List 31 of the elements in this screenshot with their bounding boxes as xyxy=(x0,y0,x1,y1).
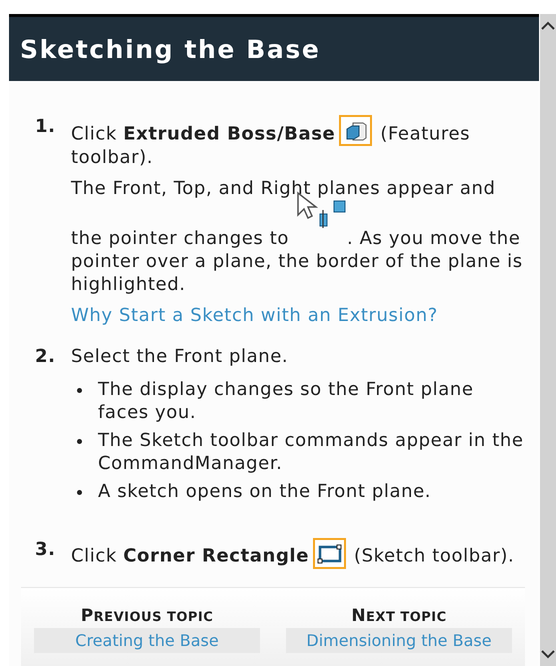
rectangle-tool-icon xyxy=(313,538,346,569)
topic-link[interactable]: Dimensioning the Base xyxy=(286,628,512,653)
step-number: 1. xyxy=(35,115,57,139)
topic-heading: PREVIOUS TOPIC xyxy=(80,606,214,626)
bullet-text: A sketch opens on the Front plane. xyxy=(98,480,432,503)
plane-pointer-icon xyxy=(316,200,347,230)
step-number: 2. xyxy=(35,345,57,369)
note-text: The Front, Top, and Right planes appear and xyxy=(71,178,496,199)
bullet-text: The Sketch toolbar commands appear in the CommandManager. xyxy=(98,429,525,475)
scroll-down-icon[interactable] xyxy=(541,650,555,660)
help-link[interactable]: Why Start a Sketch with an Extrusion? xyxy=(71,304,438,327)
bullet-text: The display changes so the Front plane faces you. xyxy=(98,378,475,424)
topic-heading: NEXT TOPIC xyxy=(351,606,447,626)
note-text: the pointer changes to xyxy=(71,228,289,249)
instruction-text: Click Extruded Boss/Base xyxy=(71,124,336,144)
scroll-up-icon[interactable] xyxy=(541,20,555,30)
bullet-dot xyxy=(77,388,82,393)
instruction-text: Click Corner Rectangle xyxy=(71,546,310,566)
instruction-text: (Sketch toolbar). xyxy=(354,546,514,566)
page-title: Sketching the Base xyxy=(20,34,320,64)
note-text: pointer over a plane, the border of the plane is highlighted. xyxy=(71,250,524,296)
step-number: 3. xyxy=(35,538,57,562)
instruction-text: Select the Front plane. xyxy=(71,346,288,367)
instruction-text: toolbar). xyxy=(71,146,154,169)
bullet-dot xyxy=(77,490,82,495)
bullet-dot xyxy=(77,439,82,444)
topic-link[interactable]: Creating the Base xyxy=(34,628,260,653)
note-text: . As you move the xyxy=(346,228,520,249)
instruction-text: (Features xyxy=(380,124,470,144)
extrude-tool-icon xyxy=(339,115,372,146)
scrollbar[interactable] xyxy=(540,14,556,666)
